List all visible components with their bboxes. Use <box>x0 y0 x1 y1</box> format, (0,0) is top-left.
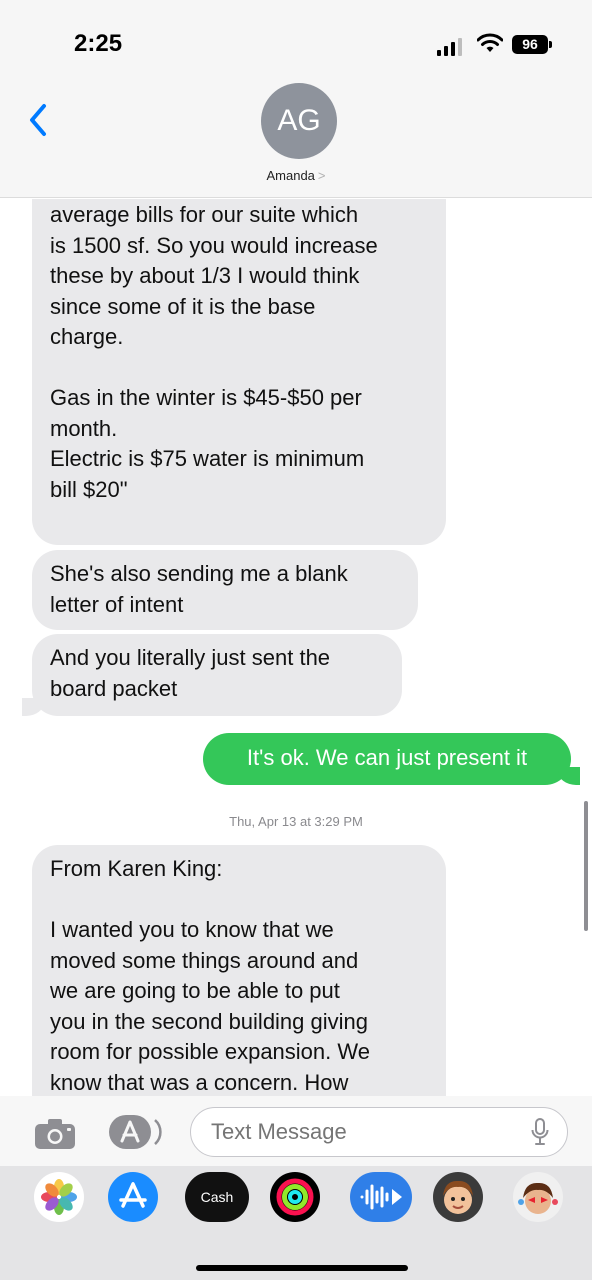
message-input[interactable] <box>190 1107 568 1157</box>
apple-cash-icon[interactable]: Cash <box>185 1172 249 1222</box>
bubble-tail <box>558 767 580 785</box>
status-bar: 2:25 96 <box>0 0 592 80</box>
message-line: know that was a concern. How <box>50 1069 349 1095</box>
apps-icon[interactable] <box>108 1114 164 1150</box>
message-timestamp: Thu, Apr 13 at 3:29 PM <box>229 814 363 829</box>
microphone-icon[interactable] <box>530 1117 550 1147</box>
camera-icon[interactable] <box>34 1118 76 1150</box>
scrollbar[interactable] <box>584 801 588 931</box>
message-bubble[interactable]: She's also sending me a blank letter of … <box>32 550 418 630</box>
app-drawer: Cash <box>0 1166 592 1230</box>
contact-avatar[interactable]: AG <box>261 83 337 159</box>
photos-app-icon[interactable] <box>34 1172 84 1222</box>
message-line <box>50 353 428 384</box>
home-indicator[interactable] <box>196 1265 408 1271</box>
contact-name: Amanda <box>266 168 315 183</box>
message-line <box>50 885 428 916</box>
memoji-stickers-icon[interactable] <box>513 1172 563 1222</box>
message-line: month. <box>50 415 118 441</box>
message-line: She's also sending me a blank <box>50 561 348 586</box>
cellular-signal-icon <box>437 38 462 56</box>
message-line: you in the second building giving <box>50 1008 369 1034</box>
apple-cash-label: Cash <box>200 1189 234 1205</box>
wifi-icon <box>477 33 503 52</box>
message-line: we are going to be able to put <box>50 978 340 1003</box>
message-line: these by about 1/3 I would think <box>50 263 360 288</box>
message-line: I wanted you to know that we <box>50 917 334 942</box>
message-line: room for possible expansion. We <box>50 1039 370 1064</box>
message-line: board packet <box>50 675 178 701</box>
message-bubble[interactable]: average bills for our suite which is 150… <box>32 199 446 545</box>
contact-name-button[interactable]: Amanda > <box>0 168 592 183</box>
bubble-tail <box>22 698 44 716</box>
message-line: charge. <box>50 324 124 349</box>
message-line: is 1500 sf. So you would increase <box>50 232 378 258</box>
message-line: Electric is $75 water is minimum <box>50 446 365 471</box>
message-line: average bills for our suite which <box>50 202 359 227</box>
message-line: moved some things around and <box>50 947 359 973</box>
battery-icon: 96 <box>512 35 552 54</box>
message-list[interactable]: average bills for our suite which is 150… <box>0 199 592 1096</box>
message-bubble[interactable]: And you literally just sent the board pa… <box>32 634 402 716</box>
memoji-icon[interactable] <box>433 1172 483 1222</box>
message-line: since some of it is the base <box>50 293 316 319</box>
compose-bar <box>0 1096 592 1166</box>
message-line: letter of intent <box>50 591 184 617</box>
message-line: Gas in the winter is $45-$50 per <box>50 385 362 410</box>
conversation-header: AG Amanda > <box>0 80 592 198</box>
message-line: bill $20" <box>50 476 128 502</box>
activity-icon[interactable] <box>270 1172 320 1222</box>
status-time: 2:25 <box>74 30 123 57</box>
app-store-icon[interactable] <box>108 1172 158 1222</box>
message-line: From Karen King: <box>50 856 223 881</box>
message-bubble-sent[interactable]: It's ok. We can just present it <box>203 733 571 785</box>
audio-message-icon[interactable] <box>350 1172 412 1222</box>
message-bubble[interactable]: From Karen King: I wanted you to know th… <box>32 845 446 1096</box>
home-area <box>0 1230 592 1280</box>
message-line: It's ok. We can just present it <box>246 745 528 770</box>
chevron-right-icon: > <box>317 168 326 183</box>
message-line: And you literally just sent the <box>50 645 331 670</box>
back-chevron-icon[interactable] <box>24 100 54 140</box>
